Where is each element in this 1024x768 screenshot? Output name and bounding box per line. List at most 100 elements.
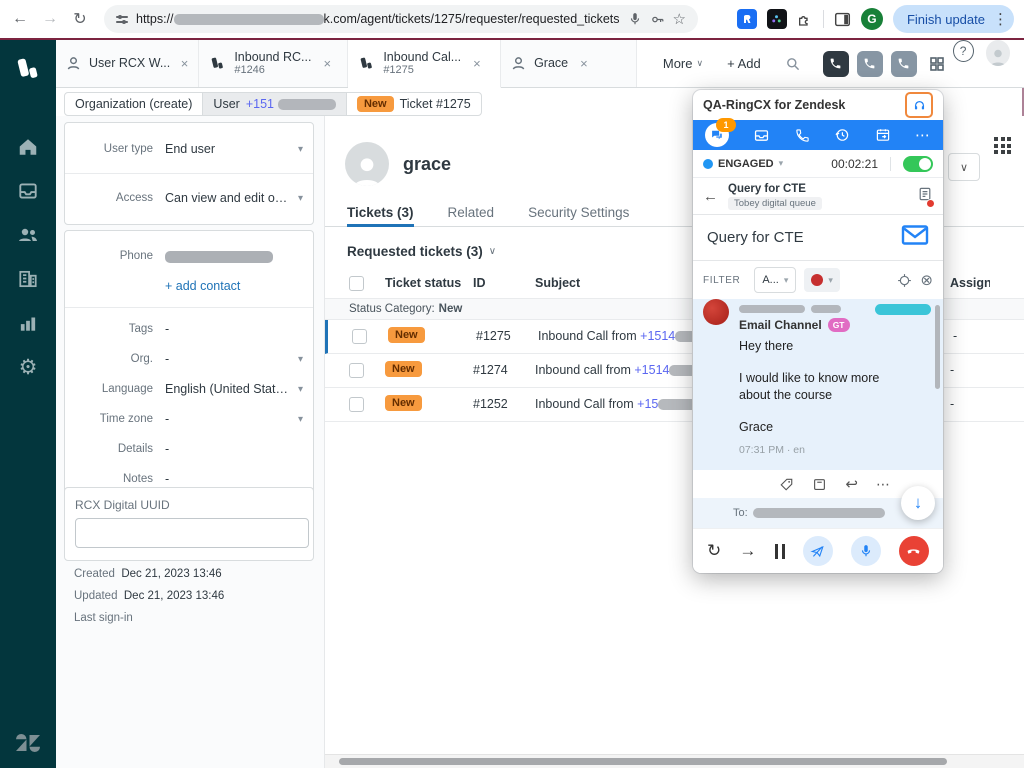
- chat-scrollbar[interactable]: [935, 305, 940, 389]
- add-tab-button[interactable]: + Add: [715, 40, 773, 87]
- sidebar-item-admin-gear-icon[interactable]: ⚙: [0, 345, 56, 389]
- tab-user-grace[interactable]: Grace ×: [501, 40, 637, 87]
- chevron-down-icon[interactable]: ▾: [292, 144, 303, 155]
- phone-line-3-button[interactable]: [891, 51, 917, 77]
- history-tab-icon[interactable]: [834, 127, 850, 143]
- agent-avatar[interactable]: [986, 40, 1010, 66]
- archive-icon[interactable]: [812, 477, 827, 492]
- phone-value-link[interactable]: [165, 249, 303, 263]
- schedule-tab-icon[interactable]: [875, 127, 891, 143]
- chevron-down-icon[interactable]: ▾: [292, 193, 303, 204]
- target-icon[interactable]: [897, 273, 912, 288]
- notes-value[interactable]: -: [165, 472, 303, 486]
- tab-ticket-1275[interactable]: Inbound Cal... #1275 ×: [348, 40, 501, 88]
- chat-transcript[interactable]: Email Channel GT Hey there I would like …: [693, 299, 943, 470]
- sidebar-item-views[interactable]: [0, 169, 56, 213]
- sidebar-item-organizations[interactable]: [0, 257, 56, 301]
- finish-update-button[interactable]: Finish update ⋮: [893, 5, 1014, 33]
- phone-link[interactable]: +1514: [634, 363, 669, 377]
- language-select[interactable]: English (United States): [165, 382, 292, 396]
- widget-more-icon[interactable]: ⋯: [915, 126, 931, 144]
- passwords-key-icon[interactable]: [650, 12, 665, 27]
- refresh-icon[interactable]: ↻: [707, 541, 721, 561]
- browser-menu-icon[interactable]: ⋮: [993, 10, 1008, 28]
- sidebar-item-home[interactable]: [0, 125, 56, 169]
- back-arrow-icon[interactable]: ←: [703, 188, 718, 205]
- more-tabs-button[interactable]: More ∨: [651, 40, 715, 87]
- chevron-down-icon[interactable]: ▾: [292, 384, 303, 395]
- clear-filter-icon[interactable]: ⊗: [920, 271, 933, 289]
- bookmark-star-icon[interactable]: ☆: [673, 10, 686, 28]
- browser-forward-icon[interactable]: →: [40, 10, 60, 28]
- tab-user-rcx[interactable]: User RCX W... ×: [56, 40, 199, 87]
- widget-collapse-chevron[interactable]: ∨: [948, 153, 980, 181]
- tab-tickets[interactable]: Tickets (3): [347, 198, 414, 226]
- extensions-puzzle-icon[interactable]: [797, 11, 813, 27]
- tab-security-settings[interactable]: Security Settings: [528, 198, 629, 226]
- sidebar-item-reporting[interactable]: [0, 301, 56, 345]
- tab-related[interactable]: Related: [448, 198, 495, 226]
- more-actions-icon[interactable]: ⋯: [876, 476, 891, 493]
- close-icon[interactable]: ×: [323, 56, 331, 71]
- grid-menu-icon[interactable]: [994, 137, 1011, 154]
- browser-profile-avatar[interactable]: G: [861, 8, 883, 30]
- row-checkbox[interactable]: [352, 329, 367, 344]
- ringcentral-extension-icon[interactable]: [737, 9, 757, 29]
- breadcrumb-user[interactable]: User +151: [203, 92, 346, 116]
- apps-grid-icon[interactable]: [921, 40, 953, 87]
- side-panel-icon[interactable]: [834, 11, 851, 28]
- reply-icon[interactable]: ↩: [845, 475, 858, 493]
- uuid-input[interactable]: [75, 518, 309, 548]
- browser-reload-icon[interactable]: ↻: [70, 9, 90, 29]
- hold-icon[interactable]: [775, 544, 785, 559]
- availability-toggle[interactable]: [903, 156, 933, 172]
- chevron-down-icon[interactable]: ▾: [292, 414, 303, 425]
- phone-link[interactable]: +15: [637, 397, 658, 411]
- filter-agent-dropdown[interactable]: A... ▾: [754, 267, 796, 293]
- user-type-select[interactable]: End user: [165, 142, 292, 156]
- phone-link[interactable]: +1514: [640, 329, 675, 343]
- horizontal-scrollbar[interactable]: [325, 754, 1024, 768]
- requested-tickets-header[interactable]: Requested tickets (3) ∨: [347, 244, 496, 259]
- headset-icon[interactable]: [905, 92, 933, 118]
- send-disabled-icon[interactable]: [803, 536, 833, 566]
- url-text[interactable]: https://k.com/agent/tickets/1275/request…: [136, 12, 620, 26]
- phone-call-active-button[interactable]: [823, 51, 849, 77]
- email-subject-row[interactable]: Query for CTE: [693, 214, 943, 260]
- tags-value[interactable]: -: [165, 322, 303, 336]
- browser-back-icon[interactable]: ←: [10, 10, 30, 28]
- row-checkbox[interactable]: [349, 397, 364, 412]
- tab-ticket-1246[interactable]: Inbound RC... #1246 ×: [199, 40, 348, 87]
- address-bar[interactable]: https://k.com/agent/tickets/1275/request…: [104, 5, 698, 33]
- help-icon[interactable]: ?: [953, 40, 974, 62]
- select-all-checkbox[interactable]: [349, 276, 364, 291]
- sidebar-item-customers[interactable]: [0, 213, 56, 257]
- inbox-tab-icon[interactable]: [753, 127, 770, 144]
- user-phone-link[interactable]: +151: [246, 97, 274, 111]
- filter-color-dropdown[interactable]: ▾: [804, 268, 840, 292]
- chevron-down-icon[interactable]: ▾: [292, 354, 303, 365]
- end-call-icon[interactable]: [899, 536, 929, 566]
- timezone-select[interactable]: -: [165, 412, 292, 426]
- site-info-icon[interactable]: [116, 16, 128, 23]
- mic-icon[interactable]: [851, 536, 881, 566]
- dark-extension-icon[interactable]: [767, 9, 787, 29]
- breadcrumb-ticket[interactable]: New Ticket #1275: [346, 92, 482, 116]
- close-icon[interactable]: ×: [181, 56, 189, 71]
- scroll-to-bottom-button[interactable]: ↓: [901, 486, 935, 520]
- close-icon[interactable]: ×: [473, 56, 481, 71]
- chats-tab-icon[interactable]: 1: [705, 123, 729, 147]
- phone-tab-icon[interactable]: [795, 128, 810, 143]
- script-icon[interactable]: [917, 186, 933, 207]
- breadcrumb-organization[interactable]: Organization (create): [64, 92, 203, 116]
- tag-icon[interactable]: [779, 477, 794, 492]
- row-checkbox[interactable]: [349, 363, 364, 378]
- phone-line-2-button[interactable]: [857, 51, 883, 77]
- close-icon[interactable]: ×: [580, 56, 588, 71]
- add-contact-link[interactable]: + add contact: [165, 279, 240, 293]
- org-select[interactable]: -: [165, 352, 292, 366]
- mic-icon[interactable]: [628, 12, 642, 26]
- scrollbar-thumb[interactable]: [339, 758, 947, 765]
- agent-status[interactable]: ENGAGED: [718, 158, 774, 170]
- chevron-down-icon[interactable]: ▾: [779, 158, 784, 169]
